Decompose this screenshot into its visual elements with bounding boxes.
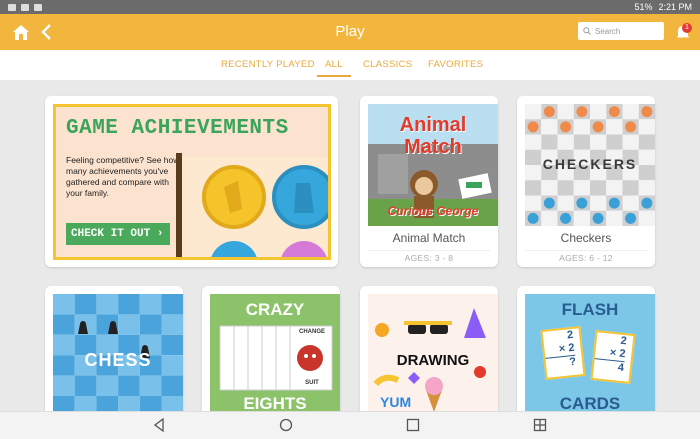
status-bar: 51% 2:21 PM (0, 0, 700, 14)
tab-classics[interactable]: CLASSICS (363, 59, 412, 70)
flash-art-title: FLASH (561, 300, 619, 319)
tab-recently-played[interactable]: RECENTLY PLAYED (221, 59, 315, 70)
game-ages: AGES: 3 - 8 (404, 253, 454, 263)
status-notification-icons (8, 3, 42, 11)
check-it-out-button[interactable]: CHECK IT OUT › (66, 223, 170, 245)
checkers-thumbnail: CHECKERS (525, 104, 655, 226)
tab-favorites[interactable]: FAVORITES (428, 59, 483, 70)
chess-thumbnail: CHESS (53, 294, 183, 416)
notification-badge: 1 (682, 23, 692, 33)
achievements-banner[interactable]: GAME ACHIEVEMENTS Feeling competitive? S… (53, 104, 331, 260)
achievements-description: Feeling competitive? See how many achiev… (66, 155, 180, 198)
flash-card-1: 2 × 2? (540, 326, 586, 380)
drawing-art-title: DRAWING (396, 352, 470, 369)
chess-art-title: CHESS (84, 350, 152, 370)
achievements-title: GAME ACHIEVEMENTS (66, 117, 289, 140)
game-title: Checkers (560, 231, 612, 245)
recents-nav-icon[interactable] (406, 418, 420, 432)
animal-match-art-title: Animal Match (399, 114, 467, 158)
back-nav-icon[interactable] (152, 418, 166, 432)
game-card-chess[interactable]: CHESS (45, 286, 183, 426)
yum-art-text: YUM (380, 394, 412, 410)
battery-level: 51% (634, 2, 653, 12)
animal-match-thumbnail: Animal Match Curious George (368, 104, 498, 226)
multi-window-icon[interactable] (533, 418, 547, 432)
game-card-drawing[interactable]: DRAWING YUM (360, 286, 498, 426)
game-title: Animal Match (392, 231, 466, 245)
home-nav-icon[interactable] (279, 418, 293, 432)
flash-cards-thumbnail: FLASH 2 × 2? 2 × 24 CARDS (525, 294, 655, 416)
check-it-out-label: CHECK IT OUT (71, 228, 151, 240)
medals-illustration (176, 153, 328, 257)
suit-label: SUIT (305, 380, 319, 386)
filter-tabs: RECENTLY PLAYED ALL CLASSICS FAVORITES (0, 50, 700, 80)
flash-card-2: 2 × 24 (590, 330, 636, 384)
search-placeholder: Search (595, 26, 621, 36)
checkers-art-title: CHECKERS (542, 156, 638, 172)
drawing-thumbnail: DRAWING YUM (368, 294, 498, 416)
game-card-flash-cards[interactable]: FLASH 2 × 2? 2 × 24 CARDS (517, 286, 655, 426)
search-input[interactable]: Search (578, 22, 664, 40)
tab-all[interactable]: ALL (317, 59, 351, 77)
game-card-checkers[interactable]: CHECKERS Checkers AGES: 6 - 12 (517, 96, 655, 267)
curious-george-logo: Curious George (387, 204, 479, 218)
search-icon (583, 27, 591, 35)
clock: 2:21 PM (658, 2, 692, 12)
change-label: CHANGE (298, 329, 325, 335)
app-bar: Play Search 1 (0, 14, 700, 50)
game-card-animal-match[interactable]: Animal Match Curious George Animal Match… (360, 96, 498, 267)
crazy-eights-thumbnail: CRAZY CHANGE SUIT EIGHTS (210, 294, 340, 416)
game-card-crazy-eights[interactable]: CRAZY CHANGE SUIT EIGHTS (202, 286, 340, 426)
system-nav-bar (0, 411, 700, 439)
game-ages: AGES: 6 - 12 (559, 253, 613, 263)
